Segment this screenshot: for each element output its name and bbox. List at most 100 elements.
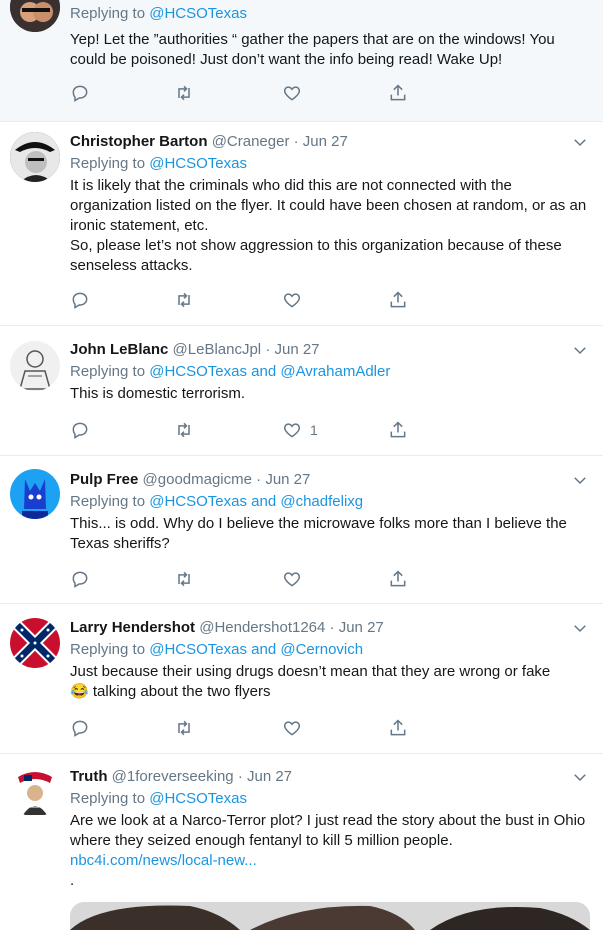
laughing-emoji-icon: 😂 <box>70 683 89 700</box>
chevron-down-icon[interactable] <box>571 133 589 151</box>
tweet-text: Just because their using drugs doesn’t m… <box>70 663 551 680</box>
like-icon <box>283 423 301 438</box>
share-button[interactable] <box>388 81 408 105</box>
tweet-link[interactable]: nbc4i.com/news/local-new... <box>70 851 591 871</box>
tweet-text: This... is odd. Why do I believe the mic… <box>70 515 567 552</box>
retweet-icon <box>178 720 190 736</box>
reply-icon <box>72 720 88 737</box>
tweet[interactable]: Replying to @HCSOTexas Yep! Let the ”aut… <box>0 0 603 122</box>
tweet[interactable]: John LeBlanc @LeBlancJpl · Jun 27 Replyi… <box>0 326 603 456</box>
avatar[interactable] <box>10 0 60 32</box>
avatar[interactable] <box>10 469 60 519</box>
retweet-button[interactable] <box>174 81 194 105</box>
share-button[interactable] <box>388 418 408 442</box>
replying-to: Replying to @HCSOTexas and @AvrahamAdler <box>70 363 391 380</box>
like-icon <box>283 572 301 587</box>
tweet-text: talking about the two flyers <box>92 683 271 700</box>
share-button[interactable] <box>388 716 408 740</box>
like-icon <box>283 293 301 308</box>
retweet-icon <box>178 292 190 308</box>
user-handle[interactable]: @LeBlancJpl <box>173 341 262 358</box>
display-name[interactable]: Christopher Barton <box>70 133 208 150</box>
share-button[interactable] <box>388 567 408 591</box>
tweet-text: So, please let’s not show aggression to … <box>70 237 562 274</box>
retweet-button[interactable] <box>174 418 194 442</box>
chevron-down-icon[interactable] <box>571 341 589 359</box>
tweet-date[interactable]: Jun 27 <box>247 768 292 785</box>
like-button[interactable] <box>282 288 302 312</box>
tweet[interactable]: Christopher Barton @Craneger · Jun 27 Re… <box>0 122 603 326</box>
reply-icon <box>72 85 88 102</box>
replying-to: Replying to @HCSOTexas <box>70 790 247 807</box>
mention-link[interactable]: @chadfelixg <box>280 493 363 510</box>
tweet-date[interactable]: Jun 27 <box>303 133 348 150</box>
like-button[interactable]: 1 <box>282 418 318 442</box>
reply-icon <box>72 422 88 439</box>
reply-button[interactable] <box>70 288 90 312</box>
like-icon <box>283 721 301 736</box>
user-handle[interactable]: @goodmagicme <box>143 471 252 488</box>
share-icon <box>390 421 406 438</box>
like-icon <box>283 86 301 101</box>
avatar[interactable] <box>10 341 60 391</box>
like-count: 1 <box>310 422 318 438</box>
reply-button[interactable] <box>70 418 90 442</box>
replying-to: Replying to @HCSOTexas and @chadfelixg <box>70 493 364 510</box>
chevron-down-icon[interactable] <box>571 768 589 786</box>
share-button[interactable] <box>388 288 408 312</box>
reply-button[interactable] <box>70 567 90 591</box>
retweet-icon <box>178 85 190 101</box>
retweet-button[interactable] <box>174 567 194 591</box>
display-name[interactable]: Larry Hendershot <box>70 619 195 636</box>
avatar[interactable] <box>10 618 60 668</box>
reply-button[interactable] <box>70 81 90 105</box>
user-handle[interactable]: @Craneger <box>212 133 290 150</box>
tweet-image[interactable] <box>70 902 590 930</box>
share-icon <box>390 291 406 308</box>
display-name[interactable]: Pulp Free <box>70 471 138 488</box>
tweet-text: Yep! Let the ”authorities “ gather the p… <box>70 31 555 68</box>
separator: · <box>265 341 271 358</box>
retweet-button[interactable] <box>174 716 194 740</box>
like-button[interactable] <box>282 81 302 105</box>
avatar[interactable] <box>10 767 60 817</box>
tweet[interactable]: Pulp Free @goodmagicme · Jun 27 Replying… <box>0 456 603 604</box>
user-handle[interactable]: @Hendershot1264 <box>199 619 325 636</box>
retweet-icon <box>178 422 190 438</box>
like-button[interactable] <box>282 567 302 591</box>
mention-link[interactable]: @AvrahamAdler <box>280 363 390 380</box>
separator: · <box>293 133 299 150</box>
avatar[interactable] <box>10 132 60 182</box>
chevron-down-icon[interactable] <box>571 619 589 637</box>
display-name[interactable]: John LeBlanc <box>70 341 168 358</box>
tweet-text-trailing: . <box>70 872 75 889</box>
tweet-text: It is likely that the criminals who did … <box>70 177 587 234</box>
replying-to: Replying to @HCSOTexas <box>70 5 247 22</box>
retweet-button[interactable] <box>174 288 194 312</box>
tweet[interactable]: Truth @1foreverseeking · Jun 27 Replying… <box>0 754 603 930</box>
tweet-text: Are we look at a Narco-Terror plot? I ju… <box>70 812 586 849</box>
tweet-date[interactable]: Jun 27 <box>265 471 310 488</box>
display-name[interactable]: Truth <box>70 768 108 785</box>
reply-button[interactable] <box>70 716 90 740</box>
tweet[interactable]: Larry Hendershot @Hendershot1264 · Jun 2… <box>0 604 603 754</box>
chevron-down-icon[interactable] <box>571 471 589 489</box>
mention-link[interactable]: @HCSOTexas <box>149 641 247 658</box>
mention-link[interactable]: @HCSOTexas <box>149 493 247 510</box>
separator: · <box>256 471 262 488</box>
mention-link[interactable]: @HCSOTexas <box>149 790 247 807</box>
reply-icon <box>72 292 88 309</box>
like-button[interactable] <box>282 716 302 740</box>
mention-link[interactable]: @HCSOTexas <box>149 363 247 380</box>
tweet-date[interactable]: Jun 27 <box>274 341 319 358</box>
mention-link[interactable]: @Cernovich <box>280 641 363 658</box>
replying-to: Replying to @HCSOTexas <box>70 155 247 172</box>
reply-icon <box>72 571 88 588</box>
tweet-date[interactable]: Jun 27 <box>339 619 384 636</box>
separator: · <box>329 619 335 636</box>
share-icon <box>390 84 406 101</box>
user-handle[interactable]: @1foreverseeking <box>112 768 234 785</box>
mention-link[interactable]: @HCSOTexas <box>149 155 247 172</box>
mention-link[interactable]: @HCSOTexas <box>149 5 247 22</box>
replying-to: Replying to @HCSOTexas and @Cernovich <box>70 641 364 658</box>
